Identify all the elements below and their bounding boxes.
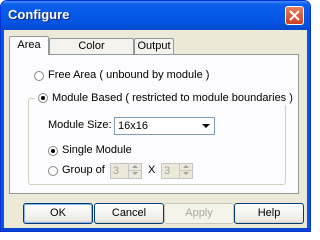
single-module-radio[interactable]: Single Module bbox=[48, 144, 168, 158]
module-size-select[interactable]: 16x16 bbox=[114, 117, 215, 135]
module-size-label: Module Size: bbox=[48, 119, 112, 131]
configure-dialog: Configure Area Color Adjustment Output F… bbox=[0, 0, 311, 232]
module-based-label: Module Based ( restricted to module boun… bbox=[52, 92, 293, 104]
spin-down-icon[interactable] bbox=[179, 171, 192, 178]
chevron-down-icon[interactable] bbox=[199, 119, 213, 133]
group-of-label: Group of bbox=[62, 164, 105, 176]
group-of-row: Group of 3 X 3 bbox=[48, 163, 193, 179]
window-frame-bottom bbox=[1, 228, 310, 231]
group-rows-value: 3 bbox=[164, 165, 171, 177]
single-module-radio-circle[interactable] bbox=[48, 146, 58, 156]
free-area-radio-circle[interactable] bbox=[34, 71, 44, 81]
spin-down-icon[interactable] bbox=[128, 171, 141, 178]
module-based-radio[interactable]: Module Based ( restricted to module boun… bbox=[35, 91, 296, 105]
close-icon bbox=[289, 10, 300, 21]
cancel-button[interactable]: Cancel bbox=[94, 203, 164, 224]
title-bar[interactable]: Configure bbox=[1, 1, 310, 30]
window-frame-right bbox=[307, 30, 310, 231]
tab-output[interactable]: Output bbox=[134, 38, 174, 54]
module-based-group: Module Based ( restricted to module boun… bbox=[28, 91, 296, 185]
ok-button[interactable]: OK bbox=[23, 203, 93, 224]
group-cols-stepper[interactable]: 3 bbox=[110, 163, 142, 179]
tab-color-adjustment[interactable]: Color Adjustment bbox=[49, 38, 134, 66]
spin-up-icon[interactable] bbox=[128, 164, 141, 171]
help-button[interactable]: Help bbox=[234, 203, 304, 224]
single-module-label: Single Module bbox=[62, 144, 132, 156]
area-tab-panel: Free Area ( unbound by module ) Module B… bbox=[9, 54, 299, 194]
spin-up-icon[interactable] bbox=[179, 164, 192, 171]
free-area-radio[interactable]: Free Area ( unbound by module ) bbox=[34, 69, 234, 83]
window-frame-left bbox=[1, 30, 4, 231]
times-label: X bbox=[148, 164, 156, 176]
window-title: Configure bbox=[8, 7, 70, 22]
group-cols-value: 3 bbox=[113, 165, 120, 177]
group-of-radio-circle[interactable] bbox=[48, 166, 58, 176]
free-area-label: Free Area ( unbound by module ) bbox=[48, 69, 210, 81]
tab-area[interactable]: Area bbox=[9, 36, 49, 55]
close-button[interactable] bbox=[285, 6, 304, 25]
apply-button[interactable]: Apply bbox=[164, 203, 234, 224]
module-based-radio-circle[interactable] bbox=[38, 93, 48, 103]
module-size-value: 16x16 bbox=[118, 120, 148, 132]
group-rows-stepper[interactable]: 3 bbox=[161, 163, 193, 179]
